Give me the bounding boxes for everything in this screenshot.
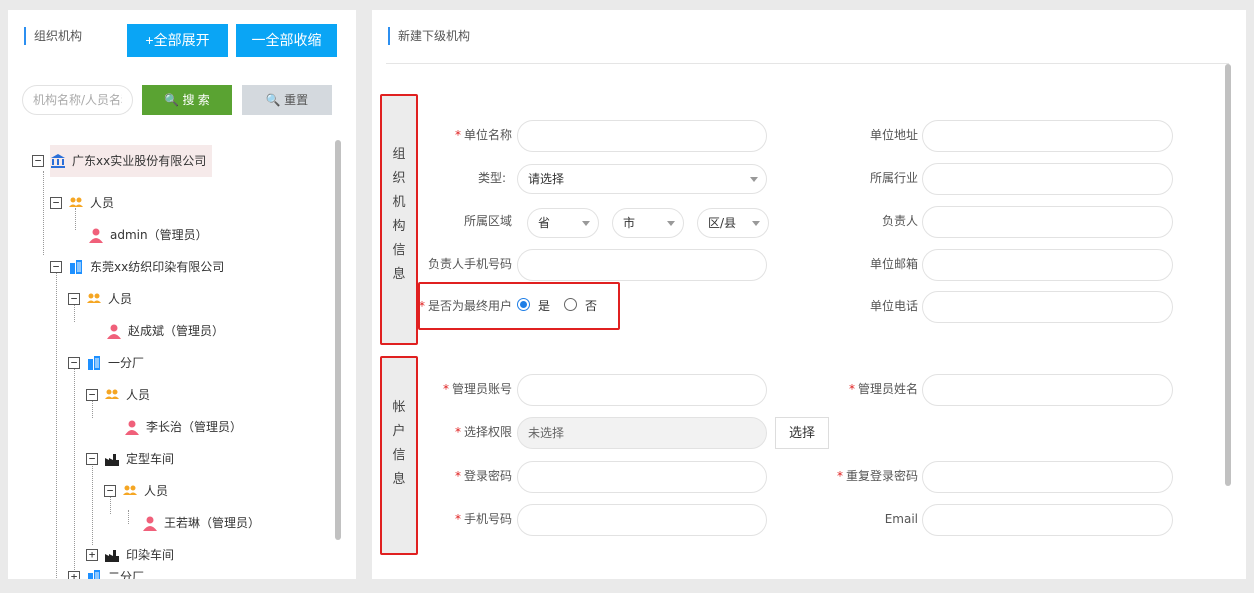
divider <box>386 63 1229 64</box>
collapse-toggle-icon[interactable]: − <box>50 197 62 209</box>
industry-label: 所属行业 <box>869 171 918 185</box>
bank-icon <box>51 154 65 168</box>
unit-address-input[interactable] <box>922 120 1173 152</box>
form-scrollbar[interactable] <box>1225 64 1231 486</box>
building-icon <box>88 570 100 579</box>
people-icon <box>69 197 83 207</box>
unit-phone-input[interactable] <box>922 291 1173 323</box>
admin-account-input[interactable] <box>517 374 767 406</box>
user-icon <box>125 420 139 435</box>
chevron-down-icon <box>667 221 675 226</box>
collapse-toggle-icon[interactable]: − <box>86 389 98 401</box>
user-icon <box>89 228 103 243</box>
leader-phone-label: 负责人手机号码 <box>427 257 512 271</box>
tree-node[interactable]: − 人员 <box>68 288 132 310</box>
chevron-down-icon <box>750 177 758 182</box>
people-icon <box>123 485 137 495</box>
section-label: 组织机构信息 <box>392 147 406 282</box>
email-label: Email <box>884 512 918 526</box>
tree-node[interactable]: 赵成斌（管理员） <box>106 320 224 342</box>
leader-label: 负责人 <box>881 214 918 228</box>
org-tree-panel: 组织机构 +全部展开 一全部收缩 🔍 搜 索 🔍 重置 − 广东xx实业股份有限… <box>8 10 356 579</box>
tree-node[interactable]: + 二分厂 <box>68 566 144 579</box>
chevron-down-icon <box>582 221 590 226</box>
tree-node[interactable]: + 印染车间 <box>86 544 174 566</box>
tree-node[interactable]: − 人员 <box>50 192 114 214</box>
admin-name-input[interactable] <box>922 374 1173 406</box>
user-icon <box>143 516 157 531</box>
collapse-toggle-icon[interactable]: − <box>68 293 80 305</box>
select-permissions-button[interactable]: 选择 <box>775 417 829 449</box>
login-password-input[interactable] <box>517 461 767 493</box>
collapse-toggle-icon[interactable]: − <box>32 155 44 167</box>
admin-name-label: * 管理员姓名 <box>848 382 918 396</box>
city-select[interactable]: 市 <box>612 208 684 238</box>
tree-node[interactable]: − 人员 <box>104 480 168 502</box>
org-tree: − 广东xx实业股份有限公司 − 人员 admin（管理员） − 东莞xx纺织印… <box>8 10 338 579</box>
form-panel: 新建下级机构 组织机构信息 帐户信息 * 单位名称 单位地址 类型: 请选择 所属… <box>372 10 1246 579</box>
login-password-label: * 登录密码 <box>454 469 512 483</box>
factory-icon <box>105 454 119 466</box>
repeat-password-label: * 重复登录密码 <box>836 469 918 483</box>
district-select[interactable]: 区/县 <box>697 208 769 238</box>
unit-address-label: 单位地址 <box>869 128 918 142</box>
section-label: 帐户信息 <box>392 400 406 487</box>
final-user-no-radio[interactable] <box>564 298 577 311</box>
unit-email-label: 单位邮箱 <box>869 257 918 271</box>
leader-phone-input[interactable] <box>517 249 767 281</box>
yes-label: 是 <box>538 299 551 313</box>
building-icon <box>88 356 100 370</box>
permissions-label: * 选择权限 <box>454 425 512 439</box>
tree-node[interactable]: − 一分厂 <box>68 352 144 374</box>
unit-phone-label: 单位电话 <box>869 299 918 313</box>
collapse-toggle-icon[interactable]: − <box>86 453 98 465</box>
type-select[interactable]: 请选择 <box>517 164 767 194</box>
tree-node-root[interactable]: − 广东xx实业股份有限公司 <box>32 145 213 177</box>
expand-toggle-icon[interactable]: + <box>68 571 80 579</box>
mobile-label: * 手机号码 <box>454 512 512 526</box>
tree-node[interactable]: admin（管理员） <box>88 224 208 246</box>
leader-input[interactable] <box>922 206 1173 238</box>
collapse-toggle-icon[interactable]: − <box>68 357 80 369</box>
type-label: 类型: <box>477 171 506 185</box>
unit-name-input[interactable] <box>517 120 767 152</box>
expand-toggle-icon[interactable]: + <box>86 549 98 561</box>
unit-name-label: * 单位名称 <box>454 128 512 142</box>
tree-scrollbar[interactable] <box>335 140 341 540</box>
unit-email-input[interactable] <box>922 249 1173 281</box>
repeat-password-input[interactable] <box>922 461 1173 493</box>
admin-account-label: * 管理员账号 <box>442 382 512 396</box>
people-icon <box>87 293 101 303</box>
people-icon <box>105 389 119 399</box>
no-label: 否 <box>585 299 598 313</box>
building-icon <box>70 260 82 274</box>
permissions-input: 未选择 <box>517 417 767 449</box>
tree-node[interactable]: − 东莞xx纺织印染有限公司 <box>50 256 224 278</box>
email-input[interactable] <box>922 504 1173 536</box>
tree-node[interactable]: 李长治（管理员） <box>124 416 242 438</box>
final-user-yes-radio[interactable] <box>517 298 530 311</box>
collapse-toggle-icon[interactable]: − <box>104 485 116 497</box>
tree-node[interactable]: 王若琳（管理员） <box>142 512 260 534</box>
collapse-toggle-icon[interactable]: − <box>50 261 62 273</box>
tree-node-root-label[interactable]: 广东xx实业股份有限公司 <box>50 145 213 177</box>
tree-node[interactable]: − 定型车间 <box>86 448 174 470</box>
factory-icon <box>105 550 119 562</box>
tree-node[interactable]: − 人员 <box>86 384 150 406</box>
region-label: 所属区域 <box>463 214 512 228</box>
province-select[interactable]: 省 <box>527 208 599 238</box>
form-title: 新建下级机构 <box>388 27 470 45</box>
chevron-down-icon <box>752 221 760 226</box>
industry-input[interactable] <box>922 163 1173 195</box>
mobile-input[interactable] <box>517 504 767 536</box>
user-icon <box>107 324 121 339</box>
final-user-label: * 是否为最终用户 <box>418 299 512 313</box>
